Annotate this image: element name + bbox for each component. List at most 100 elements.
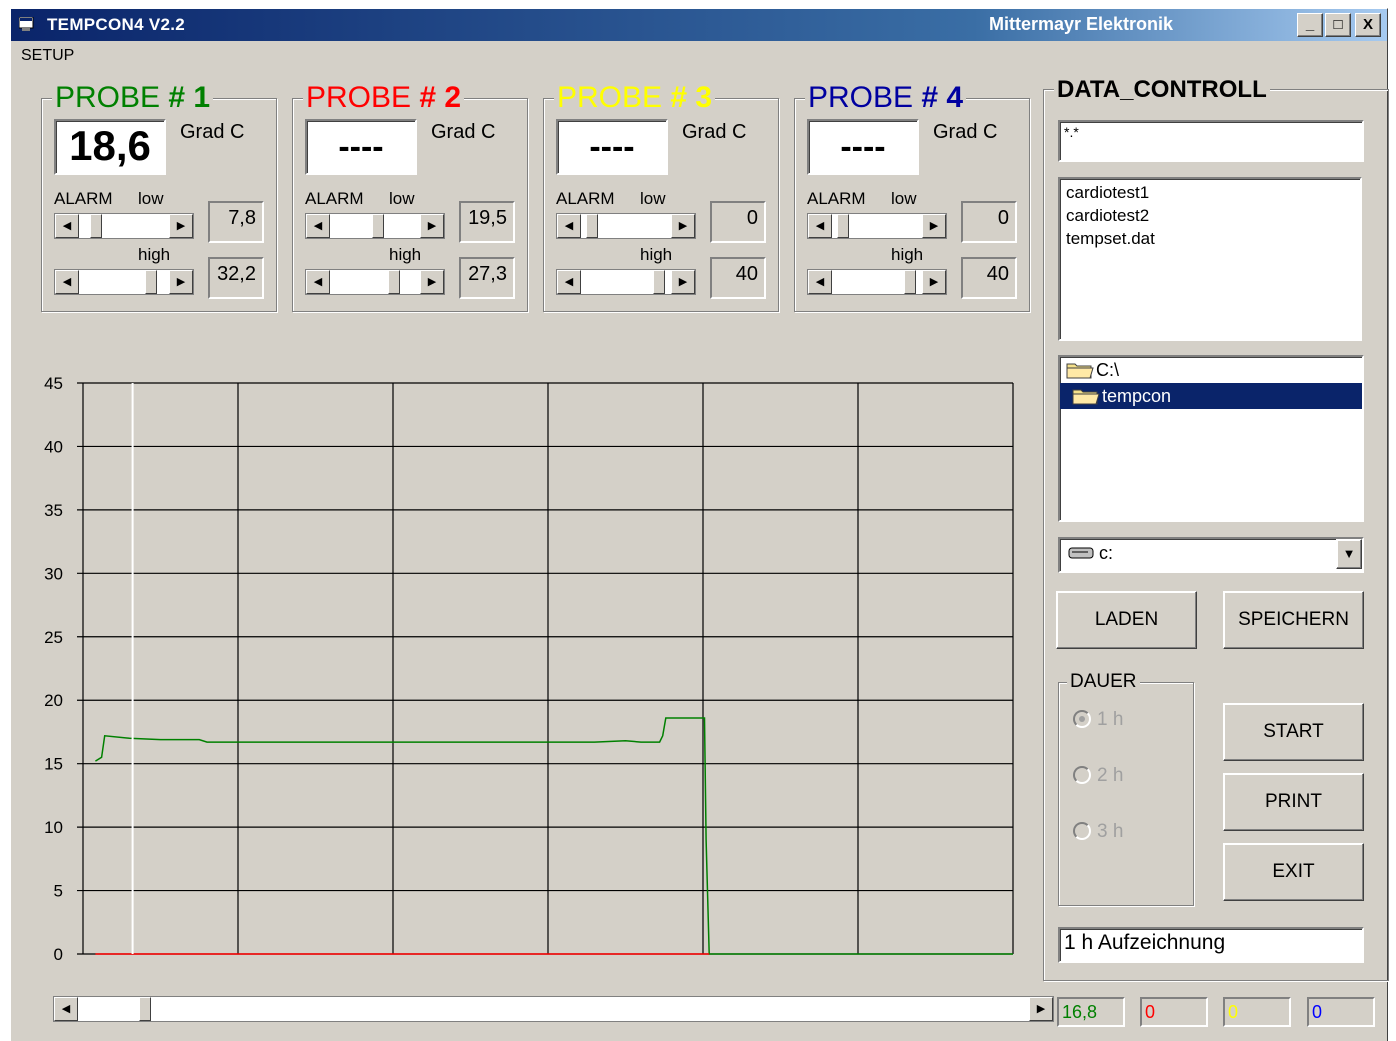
file-list-item[interactable]: tempset.dat [1066, 227, 1354, 250]
radio-button[interactable] [1073, 766, 1091, 784]
low-alarm-value: 7,8 [208, 201, 264, 243]
arrow-left-icon[interactable]: ◀ [306, 214, 330, 238]
alarm-label: ALARM [807, 189, 866, 208]
arrow-right-icon[interactable]: ▶ [420, 270, 444, 294]
high-slider-thumb[interactable] [904, 270, 916, 294]
title-bar[interactable]: TEMPCON4 V2.2 Mittermayr Elektronik _ □ … [11, 9, 1387, 41]
low-alarm-slider[interactable]: ◀ ▶ [807, 213, 947, 239]
minimize-button[interactable]: _ [1297, 13, 1323, 37]
arrow-left-icon[interactable]: ◀ [306, 270, 330, 294]
arrow-right-icon[interactable]: ▶ [922, 214, 946, 238]
arrow-left-icon[interactable]: ◀ [557, 214, 581, 238]
temperature-chart: 0 5 10 15 20 25 30 35 40 45 [44, 374, 1014, 964]
y-tick-label: 10 [44, 818, 63, 837]
radio-button[interactable] [1073, 822, 1091, 840]
minimize-icon: _ [1305, 16, 1315, 33]
arrow-left-icon[interactable]: ◀ [557, 270, 581, 294]
high-label: high [891, 245, 924, 264]
probe-title: PROBE # 3 [554, 81, 716, 115]
drive-value: c: [1099, 543, 1114, 563]
probe-number: # 3 [670, 81, 713, 114]
print-button-label: PRINT [1265, 791, 1322, 812]
duration-label: 1 h [1097, 709, 1124, 730]
data-control-panel: DATA_CONTROLL *.* cardiotest1 cardiotest2… [1043, 75, 1389, 981]
low-slider-thumb[interactable] [371, 214, 384, 238]
low-alarm-slider[interactable]: ◀ ▶ [556, 213, 696, 239]
y-tick-label: 35 [44, 501, 63, 520]
probe-number: # 4 [921, 81, 964, 114]
filter-field[interactable]: *.* [1058, 120, 1364, 162]
duration-option[interactable]: 1 h [1073, 709, 1123, 731]
low-slider-thumb[interactable] [585, 214, 598, 238]
probe-title: PROBE # 4 [805, 81, 967, 115]
probe-number: # 2 [419, 81, 462, 114]
high-alarm-slider[interactable]: ◀ ▶ [54, 269, 194, 295]
time-scrollbar[interactable]: ◀ ▶ [53, 996, 1054, 1022]
arrow-right-icon[interactable]: ▶ [671, 214, 695, 238]
drive-icon [1068, 547, 1094, 559]
probe-2-current-value: 0 [1140, 997, 1208, 1027]
probe-unit: Grad C [431, 121, 496, 143]
high-alarm-slider[interactable]: ◀ ▶ [807, 269, 947, 295]
low-label: low [640, 189, 666, 208]
probe-3-current-value: 0 [1223, 997, 1291, 1027]
y-tick-label: 5 [54, 882, 63, 901]
probe-4-current-value: 0 [1307, 997, 1375, 1027]
arrow-right-icon[interactable]: ▶ [922, 270, 946, 294]
high-slider-thumb[interactable] [387, 270, 400, 294]
arrow-left-icon[interactable]: ◀ [808, 214, 832, 238]
save-button[interactable]: SPEICHERN [1223, 591, 1364, 649]
probe-1-panel: PROBE # 1 18,6 Grad C ALARM low ◀ ▶ 7,8 … [41, 81, 277, 312]
arrow-right-icon[interactable]: ▶ [420, 214, 444, 238]
high-alarm-slider[interactable]: ◀ ▶ [305, 269, 445, 295]
arrow-right-icon[interactable]: ▶ [169, 270, 193, 294]
low-alarm-slider[interactable]: ◀ ▶ [54, 213, 194, 239]
load-button[interactable]: LADEN [1056, 591, 1197, 649]
probe-1-current-value: 16,8 [1057, 997, 1125, 1027]
high-slider-thumb[interactable] [653, 270, 665, 294]
arrow-left-icon[interactable]: ◀ [55, 214, 79, 238]
arrow-right-icon[interactable]: ▶ [1029, 997, 1053, 1021]
probe-reading: 18,6 [54, 119, 166, 175]
y-tick-label: 45 [44, 374, 63, 393]
arrow-left-icon[interactable]: ◀ [55, 270, 79, 294]
low-alarm-slider[interactable]: ◀ ▶ [305, 213, 445, 239]
close-button[interactable]: X [1355, 13, 1381, 37]
duration-option[interactable]: 2 h [1073, 765, 1123, 787]
directory-item[interactable]: C:\ [1060, 357, 1362, 383]
load-button-label: LADEN [1094, 609, 1159, 630]
y-tick-label: 30 [44, 564, 63, 583]
directory-list[interactable]: C:\ tempcon [1058, 355, 1364, 522]
chevron-down-icon[interactable]: ▼ [1336, 539, 1362, 569]
directory-item[interactable]: tempcon [1060, 383, 1362, 409]
arrow-left-icon[interactable]: ◀ [808, 270, 832, 294]
arrow-right-icon[interactable]: ▶ [671, 270, 695, 294]
radio-button[interactable] [1073, 710, 1091, 728]
high-alarm-value: 40 [961, 257, 1017, 299]
exit-button[interactable]: EXIT [1223, 843, 1364, 901]
high-alarm-slider[interactable]: ◀ ▶ [556, 269, 696, 295]
y-tick-label: 20 [44, 691, 63, 710]
duration-label: 3 h [1097, 821, 1124, 842]
low-label: low [389, 189, 415, 208]
high-slider-thumb[interactable] [144, 270, 157, 294]
file-list[interactable]: cardiotest1 cardiotest2 tempset.dat [1058, 177, 1362, 341]
vendor-name: Mittermayr Elektronik [989, 14, 1174, 34]
file-list-item[interactable]: cardiotest1 [1066, 181, 1354, 204]
drive-select[interactable]: c: ▼ [1058, 537, 1364, 573]
menu-setup[interactable]: SETUP [21, 47, 74, 64]
low-slider-thumb[interactable] [90, 214, 103, 238]
low-alarm-value: 19,5 [459, 201, 515, 243]
arrow-left-icon[interactable]: ◀ [54, 997, 78, 1021]
duration-option[interactable]: 3 h [1073, 821, 1123, 843]
maximize-button[interactable]: □ [1325, 13, 1351, 37]
file-list-item[interactable]: cardiotest2 [1066, 204, 1354, 227]
probe-reading: ---- [305, 119, 417, 175]
time-scroll-thumb[interactable] [139, 997, 152, 1021]
start-button[interactable]: START [1223, 703, 1364, 761]
probe-unit: Grad C [933, 121, 998, 143]
high-label: high [138, 245, 171, 264]
low-slider-thumb[interactable] [836, 214, 849, 238]
print-button[interactable]: PRINT [1223, 773, 1364, 831]
arrow-right-icon[interactable]: ▶ [169, 214, 193, 238]
